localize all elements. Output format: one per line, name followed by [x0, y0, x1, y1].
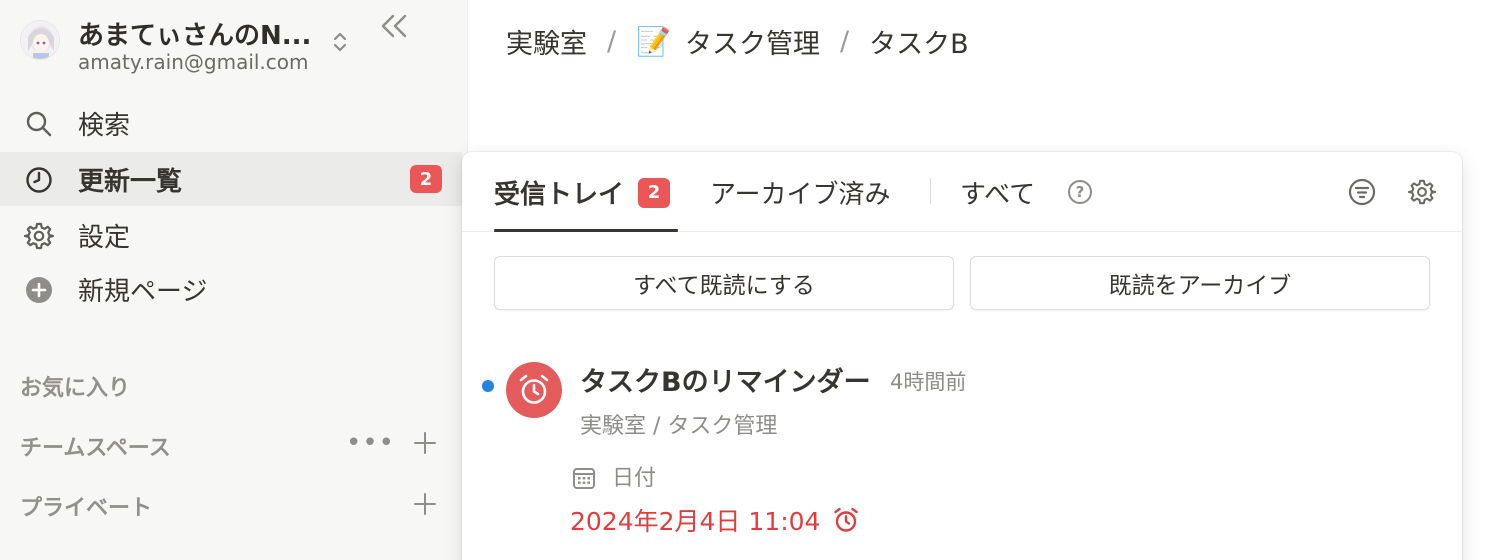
memo-icon: 📝	[636, 25, 671, 58]
breadcrumb-separator: /	[839, 26, 850, 57]
tab-badge: 2	[638, 177, 671, 208]
breadcrumb-separator: /	[607, 26, 617, 57]
add-private-page-icon[interactable]	[413, 492, 437, 516]
tab-divider	[930, 178, 931, 204]
alarm-clock-icon	[506, 362, 562, 418]
private-actions	[413, 492, 437, 516]
property-label: 日付	[612, 466, 657, 491]
breadcrumb-item-lab[interactable]: 実験室	[506, 22, 587, 61]
sidebar-item-label: 設定	[78, 222, 131, 253]
property-value[interactable]: 2024年2月4日 11:04	[570, 502, 860, 538]
inbox-tabs: 受信トレイ 2 アーカイブ済み すべて ?	[462, 152, 1462, 232]
help-icon[interactable]: ?	[1068, 180, 1092, 204]
sidebar-item-settings[interactable]: 設定	[0, 208, 462, 262]
unread-indicator	[482, 380, 494, 392]
inbox-popup: 受信トレイ 2 アーカイブ済み すべて ? すべて既読にする 既読をアーカイブ	[462, 152, 1462, 560]
workspace-name: あまてぃさんのN...	[78, 21, 312, 51]
sidebar-item-label: 新規ページ	[78, 276, 208, 307]
mark-all-read-button[interactable]: すべて既読にする	[494, 256, 954, 310]
workspace-avatar	[20, 20, 60, 60]
teamspace-actions: •••	[346, 430, 437, 456]
breadcrumb-item-task-b[interactable]: タスクB	[869, 22, 969, 61]
sidebar-item-label: 検索	[78, 110, 131, 141]
unread-count-badge: 2	[410, 165, 442, 193]
tab-archived[interactable]: アーカイブ済み	[710, 174, 890, 211]
gear-icon	[24, 221, 54, 251]
section-teamspace[interactable]: チームスペース	[20, 430, 171, 462]
tab-label: アーカイブ済み	[710, 180, 891, 210]
active-tab-indicator	[494, 229, 678, 232]
archive-read-button[interactable]: 既読をアーカイブ	[970, 256, 1430, 310]
date-value: 2024年2月4日 11:04	[570, 507, 821, 536]
filter-icon[interactable]	[1348, 178, 1376, 206]
section-private[interactable]: プライベート	[20, 490, 152, 522]
section-favorites[interactable]: お気に入り	[20, 370, 130, 402]
tab-inbox[interactable]: 受信トレイ 2	[494, 174, 671, 211]
calendar-icon	[572, 466, 596, 490]
breadcrumb-item-task-mgmt[interactable]: タスク管理	[685, 22, 820, 61]
add-teamspace-icon[interactable]	[413, 431, 437, 455]
sidebar-item-new-page[interactable]: 新規ページ	[0, 262, 462, 316]
tab-all[interactable]: すべて	[960, 174, 1035, 211]
sidebar-item-updates[interactable]: 更新一覧 2	[0, 152, 462, 206]
notification-title[interactable]: タスクBのリマインダー	[580, 360, 871, 399]
sidebar-item-search[interactable]: 検索	[0, 96, 462, 150]
tab-label: すべて	[960, 180, 1036, 210]
search-icon	[24, 109, 54, 139]
notification-time: 4時間前	[890, 370, 967, 394]
sidebar-item-label: 更新一覧	[78, 166, 183, 197]
notification-path[interactable]: 実験室 / タスク管理	[580, 408, 777, 440]
gear-icon[interactable]	[1408, 178, 1436, 206]
breadcrumb: 実験室 / 📝 タスク管理 / タスクB	[506, 22, 969, 61]
clock-icon	[24, 165, 54, 195]
sidebar: あまてぃさんのN... amaty.rain@gmail.com 検索 更新一覧…	[0, 0, 468, 560]
alarm-clock-icon	[832, 506, 860, 534]
workspace-email: amaty.rain@gmail.com	[78, 50, 309, 74]
tab-label: 受信トレイ	[494, 180, 625, 210]
chevron-updown-icon[interactable]	[326, 28, 354, 56]
more-icon[interactable]: •••	[346, 430, 395, 456]
collapse-sidebar-icon[interactable]	[374, 6, 414, 46]
plus-circle-icon	[24, 275, 54, 305]
